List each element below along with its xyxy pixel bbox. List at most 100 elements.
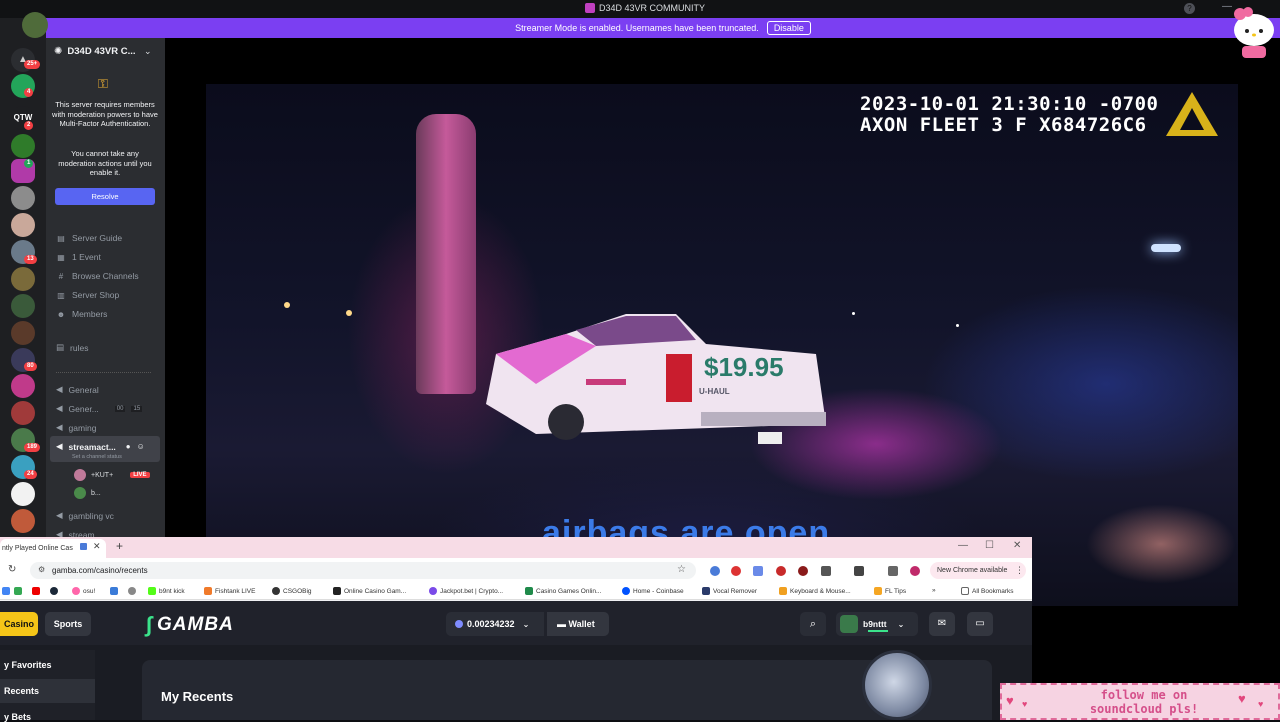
server-game-icon[interactable] xyxy=(11,294,35,318)
bookmark-apps[interactable] xyxy=(2,587,10,595)
cast-icon[interactable] xyxy=(854,566,864,576)
nav-browse-channels[interactable]: # Browse Channels xyxy=(56,271,139,281)
all-bookmarks[interactable]: All Bookmarks xyxy=(961,587,1014,595)
address-bar[interactable]: ⚙ gamba.com/casino/recents xyxy=(30,562,696,579)
live-badge: LIVE xyxy=(130,472,150,478)
members-icon: ☻ xyxy=(56,309,66,319)
bookmark-keyboard-mouse[interactable]: Keyboard & Mouse... xyxy=(779,587,851,595)
user-menu[interactable]: b9nttt ⌄ xyxy=(836,612,918,636)
bookmark-steam[interactable] xyxy=(50,587,58,595)
balance-selector[interactable]: 0.00234232 ⌄ xyxy=(446,612,544,636)
nav-server-guide[interactable]: ▤ Server Guide xyxy=(56,233,122,243)
bookmark-blue[interactable] xyxy=(110,587,118,595)
profile-avatar[interactable] xyxy=(910,566,920,576)
fl-studio-icon xyxy=(874,587,882,595)
axon-logo-icon xyxy=(1166,92,1218,136)
channel-status[interactable]: Set a channel status xyxy=(72,454,122,460)
server-face-icon[interactable] xyxy=(11,213,35,237)
extension-record-icon[interactable] xyxy=(731,566,741,576)
voice-channel-general-2[interactable]: ◀ Gener... 00 15 xyxy=(56,403,143,414)
bookmark-grey[interactable] xyxy=(128,587,136,595)
chevron-down-icon[interactable]: ⌄ xyxy=(144,46,152,57)
sports-tab[interactable]: Sports xyxy=(45,612,91,636)
chat-icon[interactable]: ● xyxy=(126,442,131,451)
server-statue-icon[interactable] xyxy=(11,186,35,210)
nav-server-shop[interactable]: ▥ Server Shop xyxy=(56,290,119,300)
extension-icon[interactable] xyxy=(776,566,786,576)
new-chrome-available-button[interactable]: New Chrome available xyxy=(930,562,1026,579)
bookmark-kick[interactable]: b9nt kick xyxy=(148,587,185,595)
bookmark-online-casino[interactable]: Online Casino Gam... xyxy=(333,587,406,595)
server-orange-icon[interactable] xyxy=(11,509,35,533)
channel-rules[interactable]: ▤ rules xyxy=(56,342,88,353)
maps-icon xyxy=(14,587,22,595)
stopwatch-icon xyxy=(862,650,932,720)
dashcam-video[interactable]: $19.95 U-HAUL 2023-10-01 21:30:10 -0700 … xyxy=(206,84,1238,606)
casino-tab[interactable]: Casino xyxy=(0,612,38,636)
chat-icon[interactable]: ▭ xyxy=(967,612,993,636)
avatar xyxy=(74,487,86,499)
server-white-icon[interactable] xyxy=(11,482,35,506)
bookmark-maps[interactable] xyxy=(14,587,22,595)
ublock-icon[interactable] xyxy=(798,566,808,576)
mail-icon[interactable]: ✉ xyxy=(929,612,955,636)
reload-icon[interactable]: ↻ xyxy=(8,564,16,575)
wallet-button[interactable]: ▬ Wallet xyxy=(547,612,609,636)
server-icon xyxy=(585,3,595,13)
bookmark-osu[interactable]: osu! xyxy=(72,587,95,595)
maximize-window-icon[interactable]: ☐ xyxy=(985,540,994,551)
voice-channel-gambling[interactable]: ◀ gambling vc xyxy=(56,510,114,521)
search-icon[interactable]: ⌕ xyxy=(800,612,826,636)
sidebar-item-bets[interactable]: y Bets xyxy=(0,712,31,722)
close-tab-icon[interactable]: ✕ xyxy=(93,541,101,552)
casino-icon xyxy=(333,587,341,595)
minimize-window-icon[interactable]: — xyxy=(958,540,968,551)
voice-channel-streamact[interactable]: ◀ streamact... ● ☺ xyxy=(56,441,145,452)
bookmark-vocal-remover[interactable]: Vocal Remover xyxy=(702,587,757,595)
youtube-icon xyxy=(32,587,40,595)
voice-channel-general[interactable]: ◀ General xyxy=(56,384,99,395)
voice-user-2[interactable]: b... xyxy=(74,487,101,499)
extension-icon[interactable] xyxy=(710,566,720,576)
bookmark-coinbase[interactable]: Home - Coinbase xyxy=(622,587,684,595)
server-art-icon[interactable] xyxy=(11,267,35,291)
extensions-puzzle-icon[interactable] xyxy=(821,566,831,576)
hello-kitty-sticker-icon xyxy=(1234,7,1274,58)
bookmarks-overflow-icon[interactable]: » xyxy=(932,587,936,594)
rail-badge: 80 xyxy=(24,362,37,371)
voice-user-1[interactable]: +KUT+ LIVE xyxy=(74,469,150,481)
sidebar-item-recents[interactable]: Recents xyxy=(0,679,95,703)
bookmark-csgobig[interactable]: CSGOBig xyxy=(272,587,312,595)
voice-channel-gaming[interactable]: ◀ gaming xyxy=(56,422,96,433)
bookmark-youtube[interactable] xyxy=(32,587,40,595)
server-leaf-icon[interactable] xyxy=(11,134,35,158)
bookmark-casino-games[interactable]: Casino Games Onlin... xyxy=(525,587,601,595)
server-neon-icon[interactable] xyxy=(11,374,35,398)
sidebar-item-favorites[interactable]: y Favorites xyxy=(0,660,52,670)
bookmark-fishtank[interactable]: Fishtank LIVE xyxy=(204,587,255,595)
gamba-logo[interactable]: ∫ GAMBA xyxy=(146,612,234,638)
guide-icon: ▤ xyxy=(57,233,65,243)
distant-light xyxy=(284,302,290,308)
bookmark-fl-tips[interactable]: FL Tips xyxy=(874,587,906,595)
chrome-menu-icon[interactable]: ⋮ xyxy=(1015,565,1024,576)
server-red-icon[interactable] xyxy=(11,401,35,425)
reading-list-icon[interactable] xyxy=(888,566,898,576)
bookmark-jackpot[interactable]: Jackpot.bet | Crypto... xyxy=(429,587,503,595)
speaker-icon: ◀ xyxy=(56,510,63,520)
nav-members[interactable]: ☻ Members xyxy=(56,309,108,319)
resolve-button[interactable]: Resolve xyxy=(55,188,155,205)
nav-events[interactable]: ▦ 1 Event xyxy=(56,252,101,262)
new-tab-icon[interactable]: + xyxy=(116,539,123,553)
rules-icon: ▤ xyxy=(56,342,65,352)
disable-streamer-mode-button[interactable]: Disable xyxy=(766,21,811,35)
site-info-icon[interactable]: ⚙ xyxy=(38,565,45,574)
help-icon[interactable]: ? xyxy=(1184,3,1195,14)
close-window-icon[interactable]: ✕ xyxy=(1013,540,1021,551)
server-name-header[interactable]: ✺ D34D 43VR C... xyxy=(54,46,136,57)
extension-icon[interactable] xyxy=(753,566,763,576)
add-member-icon[interactable]: ☺ xyxy=(137,442,145,451)
bookmark-star-icon[interactable]: ☆ xyxy=(677,564,686,575)
browser-tab[interactable]: ntly Played Online Cas xyxy=(0,539,106,558)
server-person-icon[interactable] xyxy=(11,321,35,345)
